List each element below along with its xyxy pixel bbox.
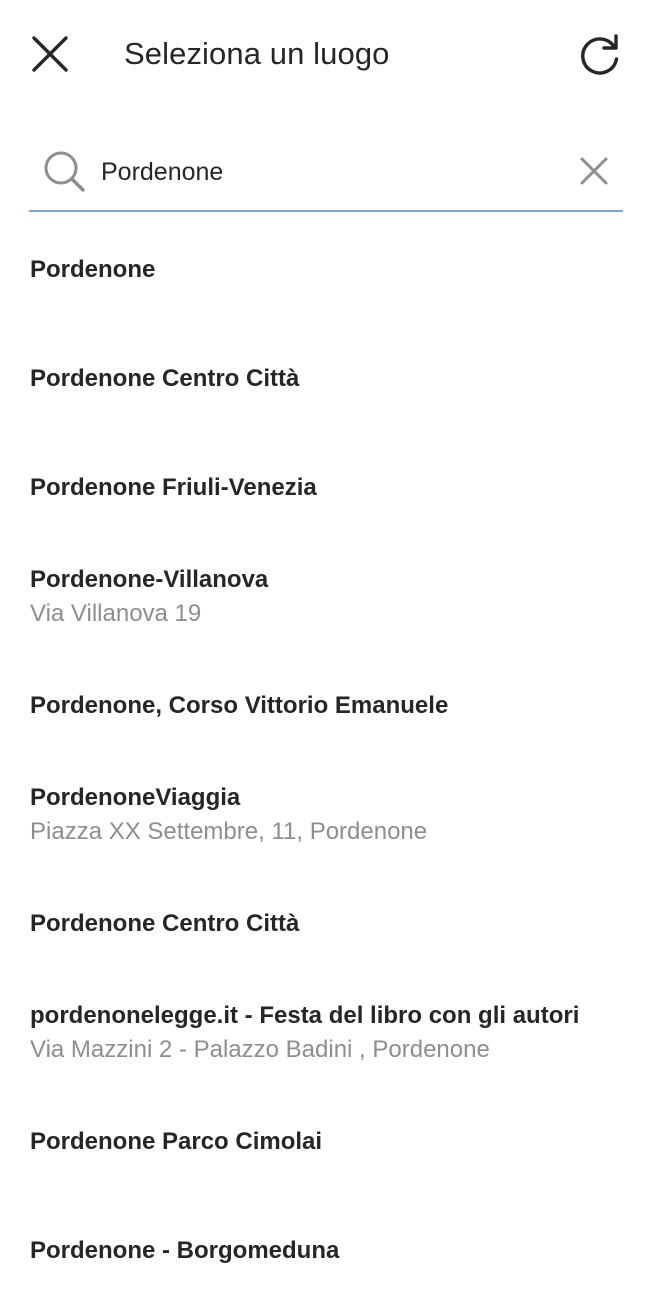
result-name: Pordenone Centro Città [30,910,300,937]
result-item[interactable]: Pordenone-Villanova Via Villanova 19 [0,539,652,648]
result-item[interactable]: Pordenone Centro Città [0,321,652,430]
close-icon [32,36,68,72]
result-item[interactable]: Pordenone - Borgomeduna [0,1193,652,1302]
clear-icon [580,157,608,185]
result-item[interactable]: Pordenone [0,212,652,321]
close-button[interactable] [22,26,78,82]
result-name: Pordenone [30,256,156,283]
search-input[interactable] [101,152,561,192]
result-name: Pordenone Centro Città [30,365,300,392]
result-item[interactable]: PordenoneViaggia Piazza XX Settembre, 11… [0,757,652,866]
search-icon [44,151,85,192]
result-name: pordenonelegge.it - Festa del libro con … [30,1002,580,1029]
result-name: Pordenone Friuli-Venezia [30,474,317,501]
top-bar: Seleziona un luogo [0,0,652,110]
result-item[interactable]: Pordenone Friuli-Venezia [0,430,652,539]
result-name: Pordenone Parco Cimolai [30,1128,323,1155]
refresh-button[interactable] [570,26,630,82]
result-name: Pordenone, Corso Vittorio Emanuele [30,692,449,719]
refresh-icon [581,34,619,75]
results-list: Pordenone Pordenone Centro Città Pordeno… [0,212,652,1302]
page-title: Seleziona un luogo [124,36,390,71]
result-item[interactable]: pordenonelegge.it - Festa del libro con … [0,975,652,1084]
result-name: Pordenone-Villanova [30,566,269,593]
clear-search-button[interactable] [573,150,615,192]
result-item[interactable]: Pordenone Parco Cimolai [0,1084,652,1193]
result-item[interactable]: Pordenone Centro Città [0,866,652,975]
result-address: Via Mazzini 2 - Palazzo Badini , Pordeno… [30,1036,490,1063]
search-bar [29,138,623,212]
result-name: PordenoneViaggia [30,784,241,811]
result-name: Pordenone - Borgomeduna [30,1237,340,1264]
result-item[interactable]: Pordenone, Corso Vittorio Emanuele [0,648,652,757]
result-address: Piazza XX Settembre, 11, Pordenone [30,818,428,845]
result-address: Via Villanova 19 [30,600,202,627]
